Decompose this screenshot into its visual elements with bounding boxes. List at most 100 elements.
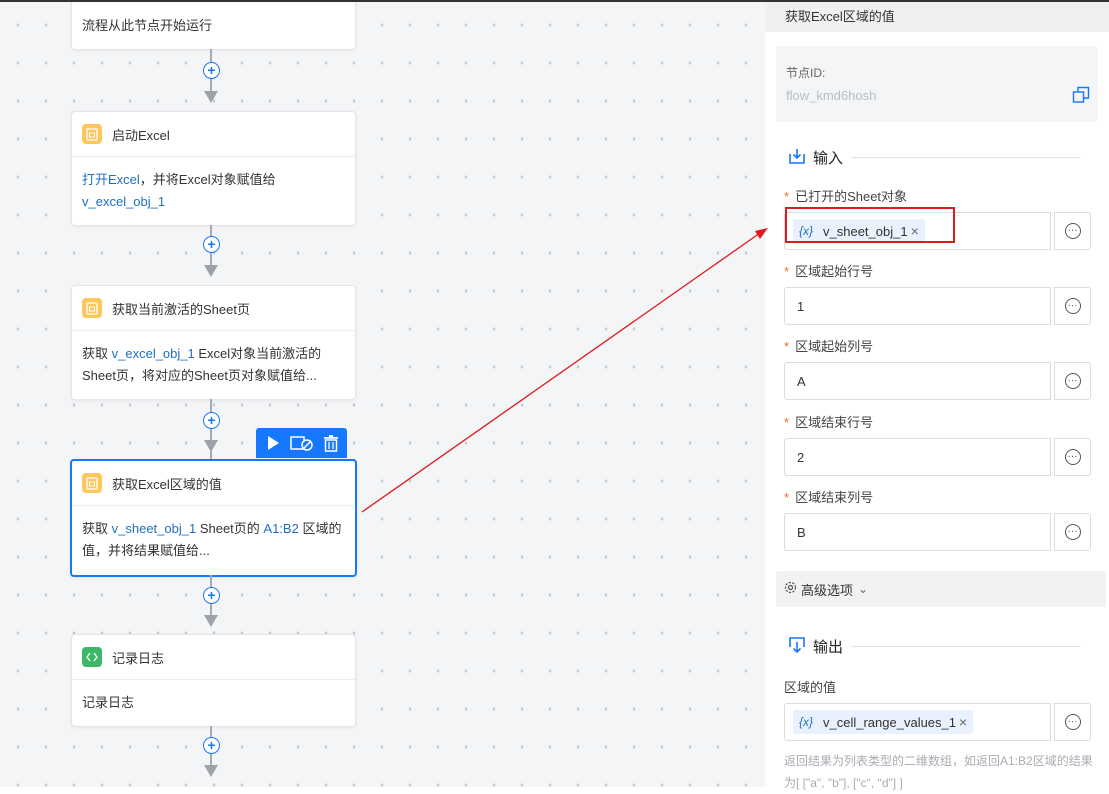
flow-node-get-excel-range[interactable]: 获取Excel区域的值 获取 v_sheet_obj_1 Sheet页的 A1:… <box>70 459 357 577</box>
flow-node-get-active-sheet[interactable]: 获取当前激活的Sheet页 获取 v_excel_obj_1 Excel对象当前… <box>71 285 356 400</box>
desc-text: ，并将Excel对象赋值给 <box>139 172 276 187</box>
excel-file-icon <box>82 298 102 318</box>
properties-panel: 获取Excel区域的值 节点ID: flow_kmd6hosh 输入 * 已打开的… <box>765 0 1109 790</box>
node-id-box: 节点ID: flow_kmd6hosh <box>776 46 1098 122</box>
code-icon <box>82 647 102 667</box>
desc-variable: v_excel_obj_1 <box>82 194 166 209</box>
required-mark: * <box>784 415 790 430</box>
desc-variable: v_excel_obj_1 <box>111 346 195 361</box>
close-icon[interactable]: × <box>959 714 967 730</box>
ellipsis-icon: ··· <box>1064 714 1081 730</box>
node-id-value: flow_kmd6hosh <box>786 88 877 103</box>
arrow-down-icon <box>204 91 218 103</box>
ellipsis-icon: ··· <box>1064 298 1081 314</box>
label-text: 区域起始列号 <box>795 339 874 354</box>
node-description: 打开Excel，并将Excel对象赋值给 v_excel_obj_1 <box>72 157 355 225</box>
output-title-text: 输出 <box>813 639 844 656</box>
node-header: 启动Excel <box>72 112 355 157</box>
play-icon[interactable] <box>265 435 281 451</box>
field-value: B <box>797 525 806 540</box>
arrow-down-icon <box>204 440 218 452</box>
required-mark: * <box>784 264 790 279</box>
node-title: 获取Excel区域的值 <box>112 476 222 492</box>
add-node-plus-icon[interactable]: + <box>203 412 220 429</box>
more-options-button[interactable]: ··· <box>1054 703 1091 741</box>
ellipsis-icon: ··· <box>1064 223 1081 239</box>
desc-text: Sheet页的 <box>196 521 264 536</box>
start-col-input[interactable]: A <box>784 362 1051 400</box>
divider <box>851 157 1082 158</box>
field-value: A <box>797 374 806 389</box>
variable-tag: {x} v_cell_range_values_1 × <box>793 710 974 734</box>
start-row-input[interactable]: 1 <box>784 287 1051 325</box>
required-mark: * <box>784 189 790 204</box>
trash-icon[interactable] <box>323 434 339 452</box>
input-icon <box>789 148 805 168</box>
ellipsis-icon: ··· <box>1064 449 1081 465</box>
output-description: 返回结果为列表类型的二维数组，如返回A1:B2区域的结果为[ ["a", "b"… <box>784 754 1093 790</box>
desc-link: 打开Excel <box>82 172 140 187</box>
node-title: 记录日志 <box>112 650 165 666</box>
required-mark: * <box>784 490 790 505</box>
field-label-range-values: 区域的值 <box>784 680 837 695</box>
node-header: 记录日志 <box>72 635 355 680</box>
excel-file-icon <box>82 124 102 144</box>
add-node-plus-icon[interactable]: + <box>203 587 220 604</box>
node-header: 获取当前激活的Sheet页 <box>72 286 355 331</box>
node-title: 启动Excel <box>112 127 170 143</box>
node-description: 记录日志 <box>82 695 135 710</box>
add-node-plus-icon[interactable]: + <box>203 737 220 754</box>
field-label-start-col: * 区域起始列号 <box>784 336 873 355</box>
required-mark: * <box>784 339 790 354</box>
sheet-object-input[interactable]: {x} v_sheet_obj_1 × <box>784 212 1051 250</box>
flow-node-log[interactable]: 记录日志 记录日志 <box>71 634 356 727</box>
more-options-button[interactable]: ··· <box>1054 362 1091 400</box>
label-text: 区域结束行号 <box>795 415 874 430</box>
node-toolbar <box>256 428 347 458</box>
add-node-plus-icon[interactable]: + <box>203 62 220 79</box>
flow-node-start[interactable]: 流程从此节点开始运行 <box>71 0 356 50</box>
tag-text: v_sheet_obj_1 <box>823 223 908 239</box>
close-icon[interactable]: × <box>911 223 919 239</box>
more-options-button[interactable]: ··· <box>1054 513 1091 551</box>
flow-canvas[interactable]: 流程从此节点开始运行 + 启动Excel 打开Excel，并将Excel对象赋值… <box>0 0 765 787</box>
node-description: 获取 v_sheet_obj_1 Sheet页的 A1:B2 区域的值，并将结果… <box>72 506 355 574</box>
desc-text: 获取 <box>82 521 112 536</box>
field-label-end-row: * 区域结束行号 <box>784 412 873 431</box>
range-values-output-input[interactable]: {x} v_cell_range_values_1 × <box>784 703 1051 741</box>
more-options-button[interactable]: ··· <box>1054 287 1091 325</box>
excel-file-icon <box>82 473 102 493</box>
arrow-down-icon <box>204 765 218 777</box>
arrow-down-icon <box>204 265 218 277</box>
end-row-input[interactable]: 2 <box>784 438 1051 476</box>
copy-icon[interactable] <box>1072 86 1090 107</box>
output-icon <box>789 636 805 657</box>
variable-icon: {x} <box>799 224 814 238</box>
top-border <box>0 0 1109 2</box>
node-description: 流程从此节点开始运行 <box>82 18 213 33</box>
output-section-title: 输出 <box>789 636 1082 657</box>
desc-text: 获取 <box>82 346 112 361</box>
label-text: 区域起始行号 <box>795 264 874 279</box>
node-header: 获取Excel区域的值 <box>72 461 355 506</box>
tag-text: v_cell_range_values_1 <box>823 714 956 730</box>
desc-variable: v_sheet_obj_1 <box>111 521 197 536</box>
end-col-input[interactable]: B <box>784 513 1051 551</box>
label-text: 区域结束列号 <box>795 490 874 505</box>
input-section-title: 输入 <box>789 147 1082 168</box>
desc-range: A1:B2 <box>263 521 299 536</box>
variable-icon: {x} <box>799 715 814 729</box>
add-node-plus-icon[interactable]: + <box>203 236 220 253</box>
ellipsis-icon: ··· <box>1064 524 1081 540</box>
flow-node-launch-excel[interactable]: 启动Excel 打开Excel，并将Excel对象赋值给 v_excel_obj… <box>71 111 356 226</box>
more-options-button[interactable]: ··· <box>1054 212 1091 250</box>
field-label-end-col: * 区域结束列号 <box>784 487 873 506</box>
more-options-button[interactable]: ··· <box>1054 438 1091 476</box>
variable-tag: {x} v_sheet_obj_1 × <box>793 219 925 243</box>
gear-icon <box>784 581 797 597</box>
disable-icon[interactable] <box>289 435 314 451</box>
advanced-options-label: 高级选项 <box>801 582 854 598</box>
panel-title: 获取Excel区域的值 <box>765 0 1109 32</box>
chevron-down-icon: ⌄ <box>858 582 869 596</box>
advanced-options-toggle[interactable]: 高级选项 ⌄ <box>776 571 1106 607</box>
